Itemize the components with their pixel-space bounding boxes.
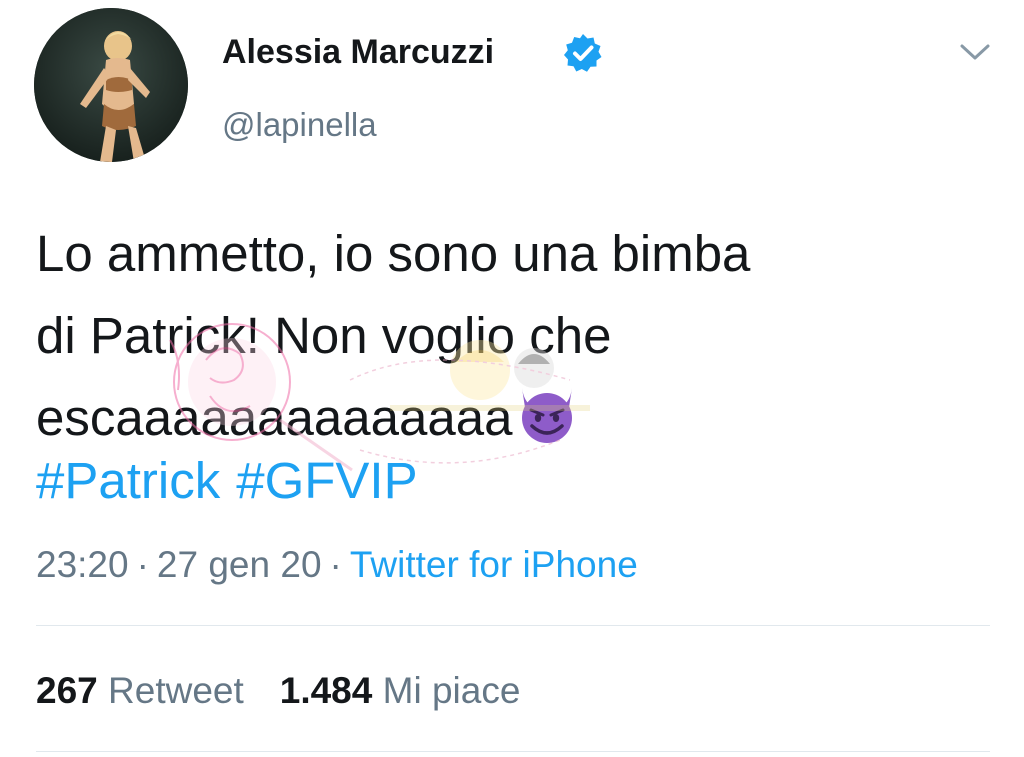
tweet-line-text: escaaaaaaaaaaaaaa	[36, 389, 513, 446]
tweet-meta: 23:20 · 27 gen 20 · Twitter for iPhone	[36, 540, 638, 590]
tweet-stats: 267 Retweet 1.484 Mi piace	[36, 666, 520, 716]
hashtag-gfvip[interactable]: #GFVIP	[236, 452, 417, 509]
tweet-line: di Patrick! Non voglio che	[36, 307, 612, 364]
handle[interactable]: @lapinella	[222, 103, 377, 147]
source-link[interactable]: Twitter for iPhone	[350, 544, 638, 585]
chevron-down-icon[interactable]	[954, 38, 996, 66]
hashtag-patrick[interactable]: #Patrick	[36, 452, 220, 509]
tweet-text: Lo ammetto, io sono una bimba di Patrick…	[36, 213, 750, 459]
divider	[36, 625, 990, 626]
divider	[36, 751, 990, 752]
tweet-line: Lo ammetto, io sono una bimba	[36, 225, 751, 282]
avatar[interactable]	[34, 8, 188, 162]
verified-badge-icon	[562, 32, 604, 74]
meta-separator: ·	[329, 544, 342, 585]
devil-emoji	[514, 384, 580, 468]
like-count[interactable]: 1.484 Mi piace	[280, 670, 521, 711]
display-name[interactable]: Alessia Marcuzzi	[222, 30, 494, 74]
tweet-time[interactable]: 23:20	[36, 544, 129, 585]
retweet-count[interactable]: 267 Retweet	[36, 670, 244, 711]
hashtags: #Patrick #GFVIP	[36, 446, 418, 516]
tweet-date[interactable]: 27 gen 20	[157, 544, 322, 585]
meta-separator: ·	[136, 544, 149, 585]
